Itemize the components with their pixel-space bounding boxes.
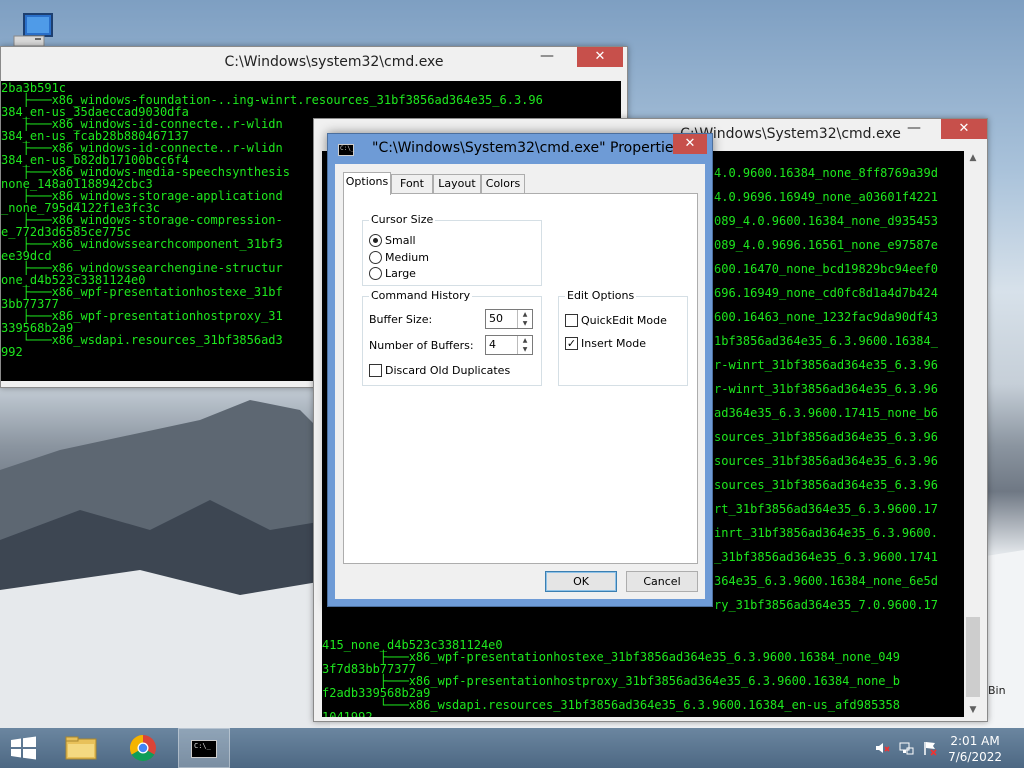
minimize-button[interactable]: — [535,49,559,67]
chrome-icon [129,734,156,762]
console-line: ad364e35_6.3.9600.17415_none_b6 [714,406,938,420]
properties-dialog[interactable]: C:\_ "C:\Windows\System32\cmd.exe" Prope… [327,133,713,607]
console-line: └───x86_wsdapi.resources_31bf3856ad364e3… [322,698,900,712]
num-buffers-value[interactable]: 4 [489,338,496,351]
edit-options-group: Edit Options QuickEdit Mode ✓ Insert Mod… [558,289,688,386]
tab-options[interactable]: Options [343,172,391,195]
file-explorer-button[interactable] [58,728,104,768]
taskbar: C:\_ 2:01 AM 7/6/2022 [0,728,1024,768]
console-line: ry_31bf3856ad364e35_7.0.9600.17 [714,598,938,612]
discard-duplicates-checkbox[interactable] [369,364,382,377]
console-visible-right: 4.0.9600.16384_none_8ff8769a39d 4.0.9696.… [714,161,938,617]
folder-icon [65,736,97,760]
updown-icon[interactable]: ▲ ▼ [517,310,532,328]
insert-mode-label[interactable]: Insert Mode [581,337,646,350]
buffer-size-stepper[interactable]: 50 ▲ ▼ [485,309,533,329]
clock-time: 2:01 AM [950,734,1000,748]
recycle-bin-label[interactable]: Bin [988,684,1006,697]
chrome-button[interactable] [120,728,166,768]
console-line: 600.16470_none_bcd19829bc94eef0 [714,262,938,276]
radio-small-label[interactable]: Small [385,234,416,247]
console-line: sources_31bf3856ad364e35_6.3.96 [714,454,938,468]
cmd-front-scrollbar[interactable]: ▲ ▼ [964,151,982,717]
console-line: r-winrt_31bf3856ad364e35_6.3.96 [714,358,938,372]
cancel-button[interactable]: Cancel [626,571,698,592]
radio-large-label[interactable]: Large [385,267,416,280]
console-line: 364e35_6.3.9600.16384_none_6e5d [714,574,938,588]
speaker-muted-icon[interactable] [874,740,890,756]
console-line: 089_4.0.9600.16384_none_d935453 [714,214,938,228]
action-center-flag-icon[interactable] [922,740,938,756]
command-history-label: Command History [369,289,473,302]
cmd-back-title: C:\Windows\system32\cmd.exe [224,54,444,70]
cmd-taskbar-button[interactable]: C:\_ [178,728,230,768]
cmd-icon: C:\_ [338,144,354,156]
console-visible-bottom: 415_none_d4b523c3381124e0 ├───x86_wpf-pr… [322,639,900,717]
cursor-size-group: Cursor Size Small Medium Large [362,213,542,286]
options-panel: Cursor Size Small Medium Large Command H… [343,193,698,564]
ok-button[interactable]: OK [545,571,617,592]
console-line: rt_31bf3856ad364e35_6.3.9600.17 [714,502,938,516]
cmd-back-close-button[interactable]: ✕ [577,47,623,67]
console-line: sources_31bf3856ad364e35_6.3.96 [714,478,938,492]
quickedit-checkbox[interactable] [565,314,578,327]
windows-logo-icon [11,736,36,760]
buffer-size-label: Buffer Size: [369,313,433,326]
num-buffers-stepper[interactable]: 4 ▲ ▼ [485,335,533,355]
console-line: 696.16949_none_cd0fc8d1a4d7b424 [714,286,938,300]
dialog-close-button[interactable]: ✕ [673,134,707,154]
scroll-down-icon[interactable]: ▼ [964,705,982,715]
num-buffers-label: Number of Buffers: [369,339,474,352]
dialog-title: "C:\Windows\System32\cmd.exe" Properties [372,140,681,156]
minimize-button[interactable]: — [902,121,926,139]
discard-duplicates-label[interactable]: Discard Old Duplicates [385,364,510,377]
buffer-size-value[interactable]: 50 [489,312,503,325]
radio-medium-label[interactable]: Medium [385,251,429,264]
console-line: r-winrt_31bf3856ad364e35_6.3.96 [714,382,938,396]
dialog-body: Options Font Layout Colors Cursor Size S… [335,164,705,599]
radio-large[interactable] [369,267,382,280]
quickedit-label[interactable]: QuickEdit Mode [581,314,667,327]
console-line: sources_31bf3856ad364e35_6.3.96 [714,430,938,444]
tab-layout[interactable]: Layout [433,174,481,194]
radio-medium[interactable] [369,251,382,264]
console-line: inrt_31bf3856ad364e35_6.3.9600. [714,526,938,540]
cursor-size-label: Cursor Size [369,213,436,226]
scroll-thumb[interactable] [966,617,980,697]
insert-mode-checkbox[interactable]: ✓ [565,337,578,350]
console-line: _31bf3856ad364e35_6.3.9600.1741 [714,550,938,564]
tab-colors[interactable]: Colors [481,174,525,194]
console-line: 4.0.9696.16949_none_a03601f4221 [714,190,938,204]
command-history-group: Command History Buffer Size: 50 ▲ ▼ Numbe… [362,289,542,386]
cmd-front-close-button[interactable]: ✕ [941,119,987,139]
console-line: 4.0.9600.16384_none_8ff8769a39d [714,166,938,180]
scroll-up-icon[interactable]: ▲ [964,153,982,163]
cmd-taskbar-icon: C:\_ [191,740,217,758]
clock-date: 7/6/2022 [948,750,1002,764]
console-line: 089_4.0.9696.16561_none_e97587e [714,238,938,252]
radio-small[interactable] [369,234,382,247]
network-icon[interactable] [898,740,914,756]
console-line: 600.16463_none_1232fac9da90df43 [714,310,938,324]
tab-font[interactable]: Font [391,174,433,194]
updown-icon[interactable]: ▲ ▼ [517,336,532,354]
console-line: 1bf3856ad364e35_6.3.9600.16384_ [714,334,938,348]
start-button[interactable] [0,728,46,768]
edit-options-label: Edit Options [565,289,637,302]
clock[interactable]: 2:01 AM 7/6/2022 [948,733,1002,765]
